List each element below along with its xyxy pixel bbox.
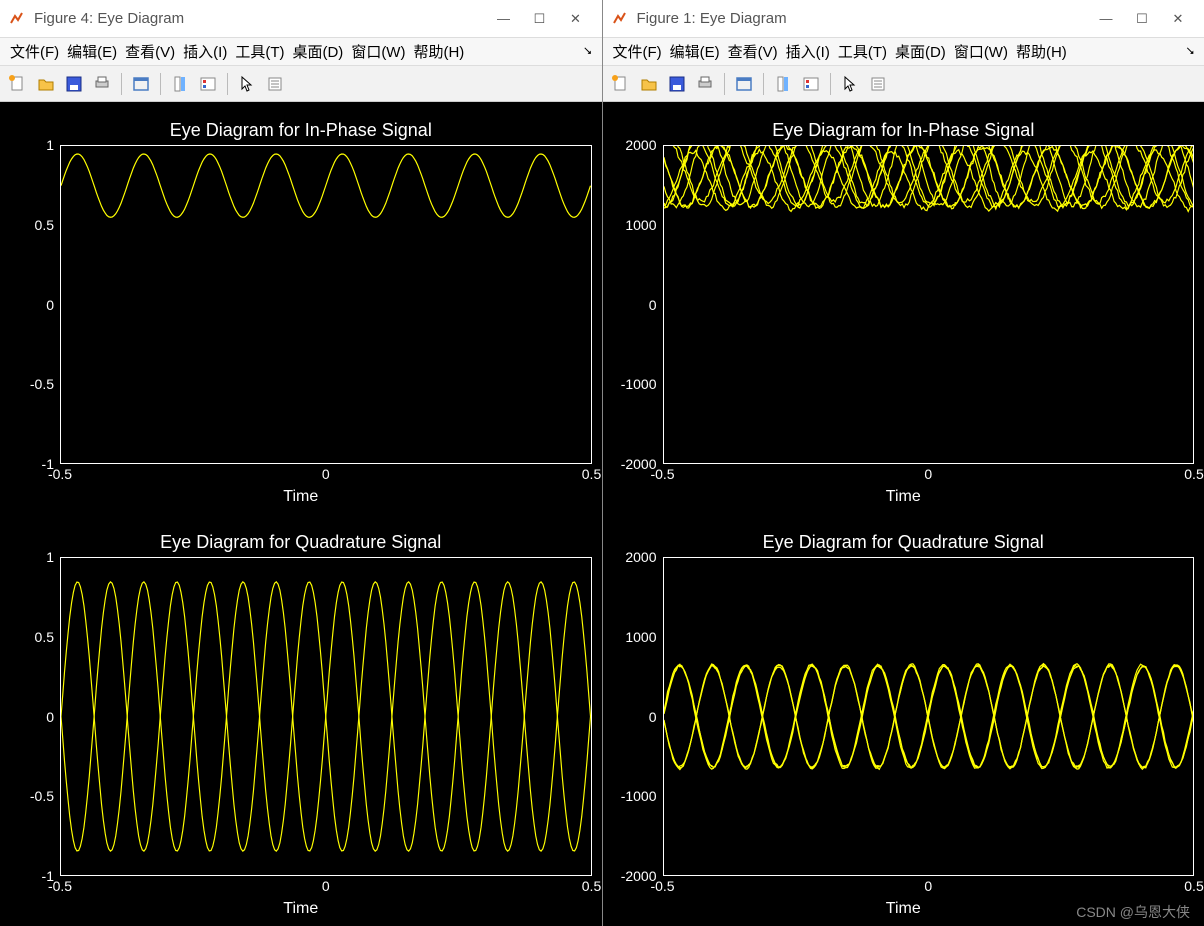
menu-edit[interactable]: 编辑(E): [670, 41, 720, 62]
new-file-icon[interactable]: [609, 72, 633, 96]
y-axis: 1 0.5 0 -0.5 -1: [10, 557, 60, 876]
plot-canvas[interactable]: [663, 557, 1195, 876]
menubar: 文件(F) 编辑(E) 查看(V) 插入(I) 工具(T) 桌面(D) 窗口(W…: [0, 38, 602, 66]
pointer-icon[interactable]: [838, 72, 862, 96]
titlebar[interactable]: Figure 4: Eye Diagram ― ☐ ✕: [0, 0, 602, 38]
menu-help[interactable]: 帮助(H): [1016, 41, 1067, 62]
y-axis: 2000 1000 0 -1000 -2000: [613, 145, 663, 464]
menu-desktop[interactable]: 桌面(D): [895, 41, 946, 62]
plot-title: Eye Diagram for In-Phase Signal: [10, 120, 592, 141]
menu-edit[interactable]: 编辑(E): [67, 41, 117, 62]
menubar: 文件(F) 编辑(E) 查看(V) 插入(I) 工具(T) 桌面(D) 窗口(W…: [603, 38, 1204, 66]
menu-overflow-icon[interactable]: ⭨: [1186, 44, 1194, 59]
subplot-inphase: Eye Diagram for In-Phase Signal 1 0.5 0 …: [0, 102, 602, 514]
menu-window[interactable]: 窗口(W): [954, 41, 1008, 62]
x-axis: -0.5 0 0.5: [663, 464, 1195, 488]
window-title: Figure 1: Eye Diagram: [637, 10, 787, 27]
toolbar: [0, 66, 602, 102]
x-label: Time: [613, 488, 1195, 510]
x-axis: -0.5 0 0.5: [663, 876, 1195, 900]
menu-desktop[interactable]: 桌面(D): [292, 41, 343, 62]
menu-window[interactable]: 窗口(W): [351, 41, 405, 62]
menu-help[interactable]: 帮助(H): [413, 41, 464, 62]
plot-title: Eye Diagram for Quadrature Signal: [613, 532, 1195, 553]
menu-insert[interactable]: 插入(I): [183, 41, 227, 62]
close-button[interactable]: ✕: [1160, 0, 1196, 37]
save-icon[interactable]: [62, 72, 86, 96]
window-title: Figure 4: Eye Diagram: [34, 10, 184, 27]
figure-window-1: Figure 1: Eye Diagram ― ☐ ✕ 文件(F) 编辑(E) …: [603, 0, 1204, 926]
plot-area: Eye Diagram for In-Phase Signal 1 0.5 0 …: [0, 102, 602, 926]
menu-view[interactable]: 查看(V): [728, 41, 778, 62]
subplot-quadrature: Eye Diagram for Quadrature Signal 1 0.5 …: [0, 514, 602, 926]
plot-canvas[interactable]: [60, 557, 592, 876]
menu-view[interactable]: 查看(V): [125, 41, 175, 62]
y-axis: 2000 1000 0 -1000 -2000: [613, 557, 663, 876]
dock-icon[interactable]: [129, 72, 153, 96]
menu-tools[interactable]: 工具(T): [235, 41, 284, 62]
menu-file[interactable]: 文件(F): [10, 41, 59, 62]
x-label: Time: [10, 900, 592, 922]
maximize-button[interactable]: ☐: [522, 0, 558, 37]
close-button[interactable]: ✕: [558, 0, 594, 37]
properties-icon[interactable]: [866, 72, 890, 96]
menu-overflow-icon[interactable]: ⭨: [584, 44, 592, 59]
open-folder-icon[interactable]: [34, 72, 58, 96]
plot-title: Eye Diagram for In-Phase Signal: [613, 120, 1195, 141]
save-icon[interactable]: [665, 72, 689, 96]
legend-icon[interactable]: [799, 72, 823, 96]
matlab-icon: [8, 10, 26, 28]
open-folder-icon[interactable]: [637, 72, 661, 96]
dock-icon[interactable]: [732, 72, 756, 96]
subplot-quadrature: Eye Diagram for Quadrature Signal 2000 1…: [603, 514, 1204, 926]
plot-canvas[interactable]: [663, 145, 1195, 464]
matlab-icon: [611, 10, 629, 28]
minimize-button[interactable]: ―: [486, 0, 522, 37]
pointer-icon[interactable]: [235, 72, 259, 96]
x-axis: -0.5 0 0.5: [60, 876, 592, 900]
plot-title: Eye Diagram for Quadrature Signal: [10, 532, 592, 553]
maximize-button[interactable]: ☐: [1124, 0, 1160, 37]
print-icon[interactable]: [90, 72, 114, 96]
plot-canvas[interactable]: [60, 145, 592, 464]
new-file-icon[interactable]: [6, 72, 30, 96]
minimize-button[interactable]: ―: [1088, 0, 1124, 37]
toolbar: [603, 66, 1204, 102]
colorbar-icon[interactable]: [168, 72, 192, 96]
x-axis: -0.5 0 0.5: [60, 464, 592, 488]
x-label: Time: [10, 488, 592, 510]
watermark: CSDN @乌恩大侠: [1076, 902, 1190, 922]
print-icon[interactable]: [693, 72, 717, 96]
properties-icon[interactable]: [263, 72, 287, 96]
colorbar-icon[interactable]: [771, 72, 795, 96]
y-axis: 1 0.5 0 -0.5 -1: [10, 145, 60, 464]
menu-tools[interactable]: 工具(T): [838, 41, 887, 62]
figure-window-4: Figure 4: Eye Diagram ― ☐ ✕ 文件(F) 编辑(E) …: [0, 0, 603, 926]
titlebar[interactable]: Figure 1: Eye Diagram ― ☐ ✕: [603, 0, 1204, 38]
subplot-inphase: Eye Diagram for In-Phase Signal 2000 100…: [603, 102, 1204, 514]
legend-icon[interactable]: [196, 72, 220, 96]
menu-file[interactable]: 文件(F): [613, 41, 662, 62]
menu-insert[interactable]: 插入(I): [786, 41, 830, 62]
plot-area: Eye Diagram for In-Phase Signal 2000 100…: [603, 102, 1204, 926]
